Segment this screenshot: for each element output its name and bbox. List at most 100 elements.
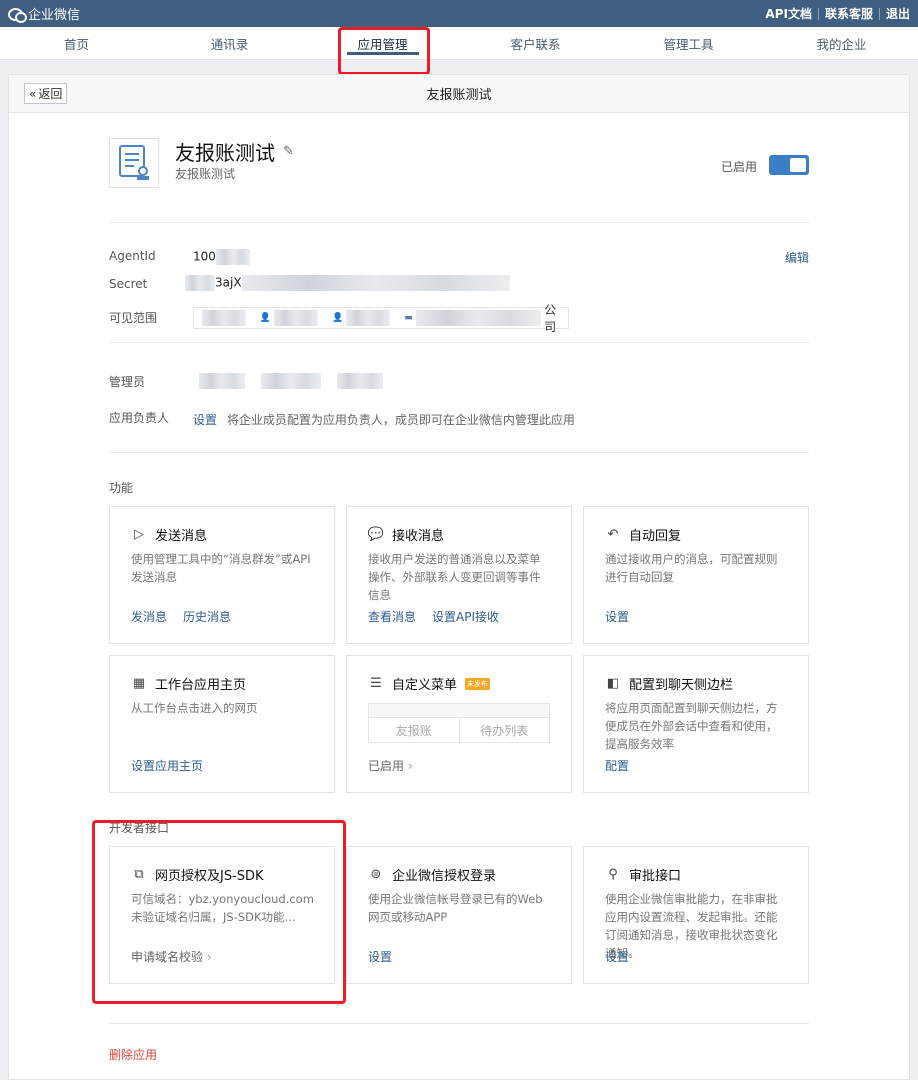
feature-card-workbench-home[interactable]: ▦ 工作台应用主页 从工作台点击进入的网页 设置应用主页 [109,655,335,793]
brand-name: 企业微信 [28,8,81,23]
scope-member: 👤 [332,310,391,326]
scope-label: 可见范围 [109,311,158,325]
reply-icon: ↶ [607,527,619,542]
login-icon: ⊜ [370,867,382,882]
card-description: 将应用页面配置到聊天侧边栏，方便成员在外部会话中查看和使用，提高服务效率 [605,701,778,751]
feature-card-receive-message[interactable]: 💬 接收消息 接收用户发送的普通消息以及菜单操作、外部联系人变更回调等事件信息 查… [346,506,572,644]
redacted-mask [415,310,542,326]
card-title: 工作台应用主页 [155,678,247,693]
visibility-scope-box: 👤 👤 ▬ 公司 [193,303,569,334]
feature-card-auto-reply[interactable]: ↶ 自动回复 通过接收用户的消息，可配置规则进行自动回复 设置 [583,506,809,644]
admin-label: 管理员 [109,375,146,389]
app-description: 友报账测试 [175,167,236,181]
approval-settings-link[interactable]: 设置 [605,948,629,965]
chat-icon: 💬 [367,527,385,542]
card-title: 自定义菜单 [392,678,458,693]
top-bar: 企业微信 API文档 联系客服 退出 [0,0,918,27]
card-description: 使用企业微信审批能力，在非审批应用内设置流程、发起审批。还能订阅通知消息，接收审… [605,892,778,960]
card-description: 使用管理工具中的“消息群发”或API发送消息 [131,552,311,584]
contact-support-link[interactable]: 联系客服 [825,5,873,22]
top-links: API文档 联系客服 退出 [765,5,910,22]
secret-text: 3ajX [215,275,242,290]
edit-credentials-link[interactable]: 编辑 [785,249,809,266]
grid-icon: ▦ [132,676,146,691]
menu-status-label: 已启用 [368,759,405,773]
highlight-box-developer [92,820,346,1004]
scope-member: 👤 [259,310,319,326]
pencil-icon[interactable]: ✎ [283,144,294,159]
menu-status[interactable]: 已启用 › [368,757,413,774]
admin-values [199,373,383,389]
card-title: 接收消息 [392,529,445,544]
scope-department: ▬ 公司 [404,301,568,335]
menu-preview-item: 友报账 [395,724,432,738]
redacted-mask [241,275,510,291]
dev-card-approval-api[interactable]: ⚲ 审批接口 使用企业微信审批能力，在非审批应用内设置流程、发起审批。还能订阅通知… [583,846,809,984]
back-label: 返回 [38,87,63,101]
folder-icon: ▬ [404,313,413,323]
secret-label: Secret [109,277,148,291]
configure-sidebar-link[interactable]: 配置 [605,757,629,774]
stamp-icon: ⚲ [608,867,618,882]
set-homepage-link[interactable]: 设置应用主页 [131,757,203,774]
app-header: 友报账测试 ✎ 友报账测试 已启用 [109,113,809,223]
app-logo-icon [109,138,159,188]
agentid-label: AgentId [109,249,156,263]
set-api-receive-link[interactable]: 设置API接收 [432,608,499,625]
agentid-text: 100 [193,249,216,264]
nav-home[interactable]: 首页 [0,27,153,59]
feature-card-custom-menu[interactable]: ☰ 自定义菜单 未发布 友报账 待办列表 已启用 › [346,655,572,793]
view-messages-link[interactable]: 查看消息 [368,608,416,625]
redacted-mask [185,275,215,291]
status-label: 已启用 [720,160,757,174]
feature-card-send-message[interactable]: ▷ 发送消息 使用管理工具中的“消息群发”或API发送消息 发消息 历史消息 [109,506,335,644]
owner-description: 将企业成员配置为应用负责人，成员即可在企业微信内管理此应用 [226,413,575,427]
main-nav: 首页 通讯录 应用管理 客户联系 管理工具 我的企业 [0,27,918,60]
features-title: 功能 [109,481,134,495]
user-icon: 👤 [332,313,344,323]
nav-management-tools[interactable]: 管理工具 [612,27,765,59]
wecom-login-settings-link[interactable]: 设置 [368,948,392,965]
chevron-right-icon: › [408,759,413,773]
app-name: 友报账测试 ✎ [175,137,294,166]
user-icon: 👤 [259,313,272,323]
page-title: 友报账测试 [426,88,492,103]
enable-toggle[interactable] [769,155,809,175]
redacted-mask [260,373,321,389]
card-title: 审批接口 [629,869,682,884]
secret-value: 3ajX [185,275,510,291]
card-title: 企业微信授权登录 [392,869,497,884]
logout-link[interactable]: 退出 [886,5,910,22]
double-chevron-left-icon: « [29,86,37,101]
auto-reply-settings-link[interactable]: 设置 [605,608,629,625]
nav-customer-contact[interactable]: 客户联系 [459,27,612,59]
features-grid: ▷ 发送消息 使用管理工具中的“消息群发”或API发送消息 发消息 历史消息 💬 接收… [109,506,809,793]
card-title: 发送消息 [155,529,208,544]
menu-preview: 友报账 待办列表 [368,703,550,743]
sidebar-icon: ◧ [606,676,620,691]
redacted-mask [336,373,383,389]
nav-contacts[interactable]: 通讯录 [153,27,306,59]
api-docs-link[interactable]: API文档 [765,5,812,22]
redacted-mask [215,249,250,265]
brand[interactable]: 企业微信 [8,4,80,23]
divider [878,7,880,20]
set-owner-link[interactable]: 设置 [193,413,217,427]
app-name-text: 友报账测试 [175,141,275,165]
feature-card-chat-sidebar[interactable]: ◧ 配置到聊天侧边栏 将应用页面配置到聊天侧边栏，方便成员在外部会话中查看和使用，… [583,655,809,793]
app-credentials: AgentId 100 编辑 Secret 3ajX 可见范围 👤 👤 ▬ 公司 [109,223,809,343]
app-admin-section: 管理员 应用负责人 设置 将企业成员配置为应用负责人，成员即可在企业微信内管理此… [109,343,809,453]
back-button[interactable]: « 返回 [24,83,68,104]
owner-row: 设置 将企业成员配置为应用负责人，成员即可在企业微信内管理此应用 [193,411,575,428]
owner-label: 应用负责人 [109,411,170,425]
redacted-mask [274,310,319,326]
menu-icon: ☰ [370,676,382,691]
card-title: 自动回复 [629,529,682,544]
dev-card-wecom-login[interactable]: ⊜ 企业微信授权登录 使用企业微信帐号登录已有的Web网页或移动APP 设置 [346,846,572,984]
card-description: 通过接收用户的消息，可配置规则进行自动回复 [605,552,778,584]
send-message-link[interactable]: 发消息 [131,608,167,625]
nav-my-enterprise[interactable]: 我的企业 [765,27,918,59]
history-messages-link[interactable]: 历史消息 [183,608,231,625]
divider [109,1023,809,1024]
delete-app-link[interactable]: 删除应用 [109,1046,157,1063]
